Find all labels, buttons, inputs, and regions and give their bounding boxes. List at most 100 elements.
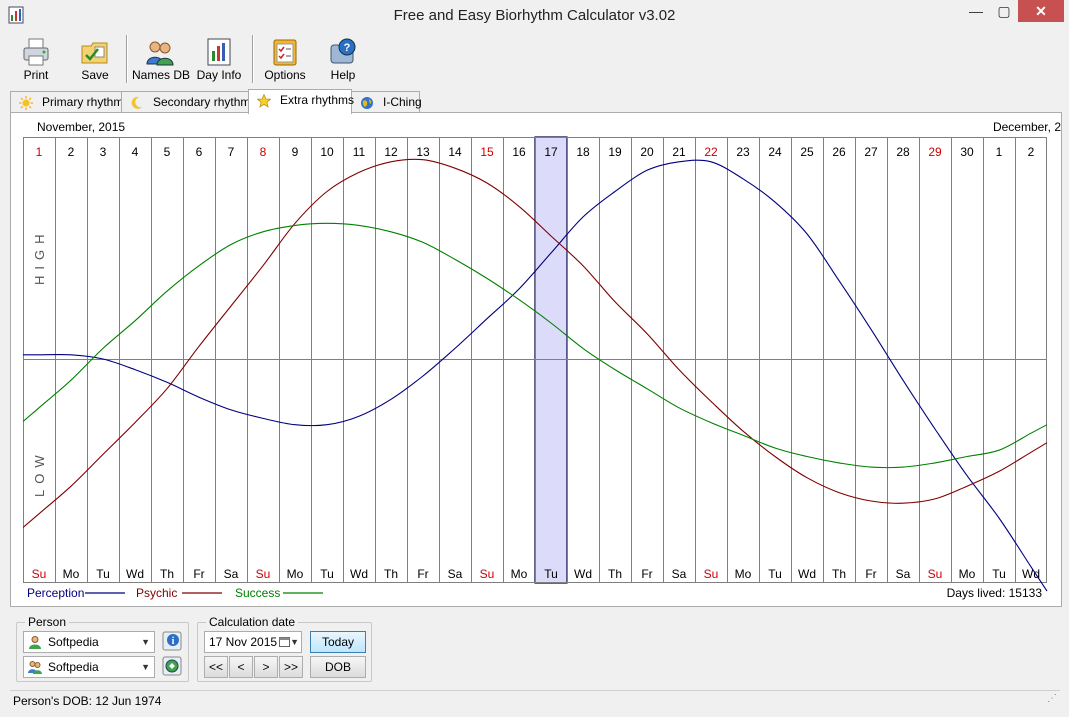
weekday-label: Sa [224, 567, 239, 581]
day-number: 21 [672, 145, 686, 159]
weekday-label: Fr [193, 567, 204, 581]
app-window: Free and Easy Biorhythm Calculator v3.02… [0, 0, 1069, 717]
weekday-label: Su [704, 567, 719, 581]
compatibility-icon[interactable] [162, 656, 182, 676]
day-number: 1 [36, 145, 43, 159]
weekday-label: Sa [672, 567, 687, 581]
svg-text:i: i [172, 636, 175, 647]
chevron-down-icon: ▼ [141, 637, 150, 647]
legend-label-perception: Perception [27, 586, 84, 600]
chevron-down-icon: ▼ [290, 637, 299, 647]
day-number: 14 [448, 145, 462, 159]
day-number: 24 [768, 145, 782, 159]
tab-primary-rhythms[interactable]: Primary rhythms [10, 91, 129, 113]
weekday-label: Th [384, 567, 398, 581]
weekday-label: Tu [320, 567, 334, 581]
day-number: 6 [196, 145, 203, 159]
weekday-label: Wd [574, 567, 592, 581]
person-primary-select[interactable]: Softpedia ▼ [23, 631, 155, 653]
tab-secondary-rhythms[interactable]: Secondary rhythms [121, 91, 256, 113]
day-number: 15 [480, 145, 494, 159]
day-number: 4 [132, 145, 139, 159]
names-db-button[interactable]: Names DB [132, 33, 190, 87]
tab-i-ching[interactable]: I-Ching [351, 91, 422, 113]
close-button[interactable]: ✕ [1018, 0, 1064, 22]
day-number: 30 [960, 145, 974, 159]
day-info-chart-icon [207, 38, 231, 66]
status-bar: Person's DOB: 12 Jun 1974 ⋰ [10, 690, 1060, 712]
minimize-button[interactable]: — [962, 0, 990, 22]
day-number: 12 [384, 145, 398, 159]
day-number: 19 [608, 145, 622, 159]
weekday-label: Mo [735, 567, 752, 581]
day-number: 17 [544, 145, 558, 159]
weekday-label: Sa [448, 567, 463, 581]
print-label: Print [23, 68, 49, 82]
weekday-label: Tu [992, 567, 1006, 581]
day-number: 11 [353, 145, 366, 159]
weekday-label: Th [832, 567, 846, 581]
svg-text:?: ? [344, 42, 351, 54]
day-number: 7 [228, 145, 235, 159]
legend-label-success: Success [235, 586, 280, 600]
today-button[interactable]: Today [310, 631, 366, 653]
tab-label: I-Ching [383, 95, 422, 109]
month-label-right: December, 2 [993, 120, 1061, 134]
next-day-button[interactable]: > [254, 656, 278, 678]
weekday-label: Fr [865, 567, 876, 581]
weekday-label: Wd [350, 567, 368, 581]
day-number: 25 [800, 145, 814, 159]
day-number: 2 [1028, 145, 1035, 159]
day-number: 27 [864, 145, 878, 159]
low-label: LOW [32, 449, 47, 497]
sun-icon [19, 96, 33, 110]
options-label: Options [264, 68, 306, 82]
person-group: Person Softpedia ▼ Softpedia ▼ i [16, 615, 189, 682]
legend-label-psychic: Psychic [136, 586, 177, 600]
biorhythm-chart[interactable]: November, 2015 December, 2 HIGH LOW 1 Su 2 Mo 3 T… [23, 113, 1061, 606]
day-info-button[interactable]: Day Info [194, 33, 244, 87]
resize-grip-icon[interactable]: ⋰ [1047, 688, 1057, 709]
weekday-label: Sa [896, 567, 911, 581]
date-picker[interactable]: 17 Nov 2015 ▼ [204, 631, 302, 653]
save-label: Save [81, 68, 109, 82]
weekday-label: Wd [798, 567, 816, 581]
weekday-label: Su [480, 567, 495, 581]
star-icon [257, 94, 271, 108]
weekday-label: Mo [287, 567, 304, 581]
month-label-left: November, 2015 [37, 120, 125, 134]
globe-icon [361, 97, 373, 109]
person-info-icon[interactable]: i [162, 631, 182, 651]
person-secondary-select[interactable]: Softpedia ▼ [23, 656, 155, 678]
toolbar-separator [252, 35, 254, 83]
weekday-label: Fr [417, 567, 428, 581]
next-month-button[interactable]: >> [279, 656, 303, 678]
days-lived: Days lived: 15133 [946, 586, 1042, 600]
toolbar: Print Save Names DB Day Info Options ? H… [10, 33, 1060, 87]
legend: Perception Psychic Success [27, 586, 323, 600]
weekday-label: Su [256, 567, 271, 581]
day-number: 22 [704, 145, 718, 159]
dob-button[interactable]: DOB [310, 656, 366, 678]
person-group-label: Person [25, 615, 70, 629]
day-number: 29 [928, 145, 942, 159]
high-label: HIGH [32, 229, 47, 286]
save-button[interactable]: Save [70, 33, 120, 87]
person-secondary-value: Softpedia [48, 660, 99, 674]
print-button[interactable]: Print [10, 33, 62, 87]
people-icon [28, 661, 42, 674]
options-button[interactable]: Options [260, 33, 310, 87]
calendar-icon [279, 637, 290, 647]
help-icon: ? [330, 38, 356, 64]
maximize-button[interactable]: ▢ [990, 0, 1018, 22]
previous-month-button[interactable]: << [204, 656, 228, 678]
weekday-label: Tu [768, 567, 782, 581]
day-number: 2 [68, 145, 75, 159]
tab-label: Secondary rhythms [153, 95, 257, 109]
previous-day-button[interactable]: < [229, 656, 253, 678]
day-number: 5 [164, 145, 171, 159]
help-button[interactable]: ? Help [318, 33, 368, 87]
tab-label: Primary rhythms [42, 95, 130, 109]
tab-extra-rhythms[interactable]: Extra rhythms [248, 89, 354, 114]
title-bar: Free and Easy Biorhythm Calculator v3.02… [0, 0, 1069, 31]
